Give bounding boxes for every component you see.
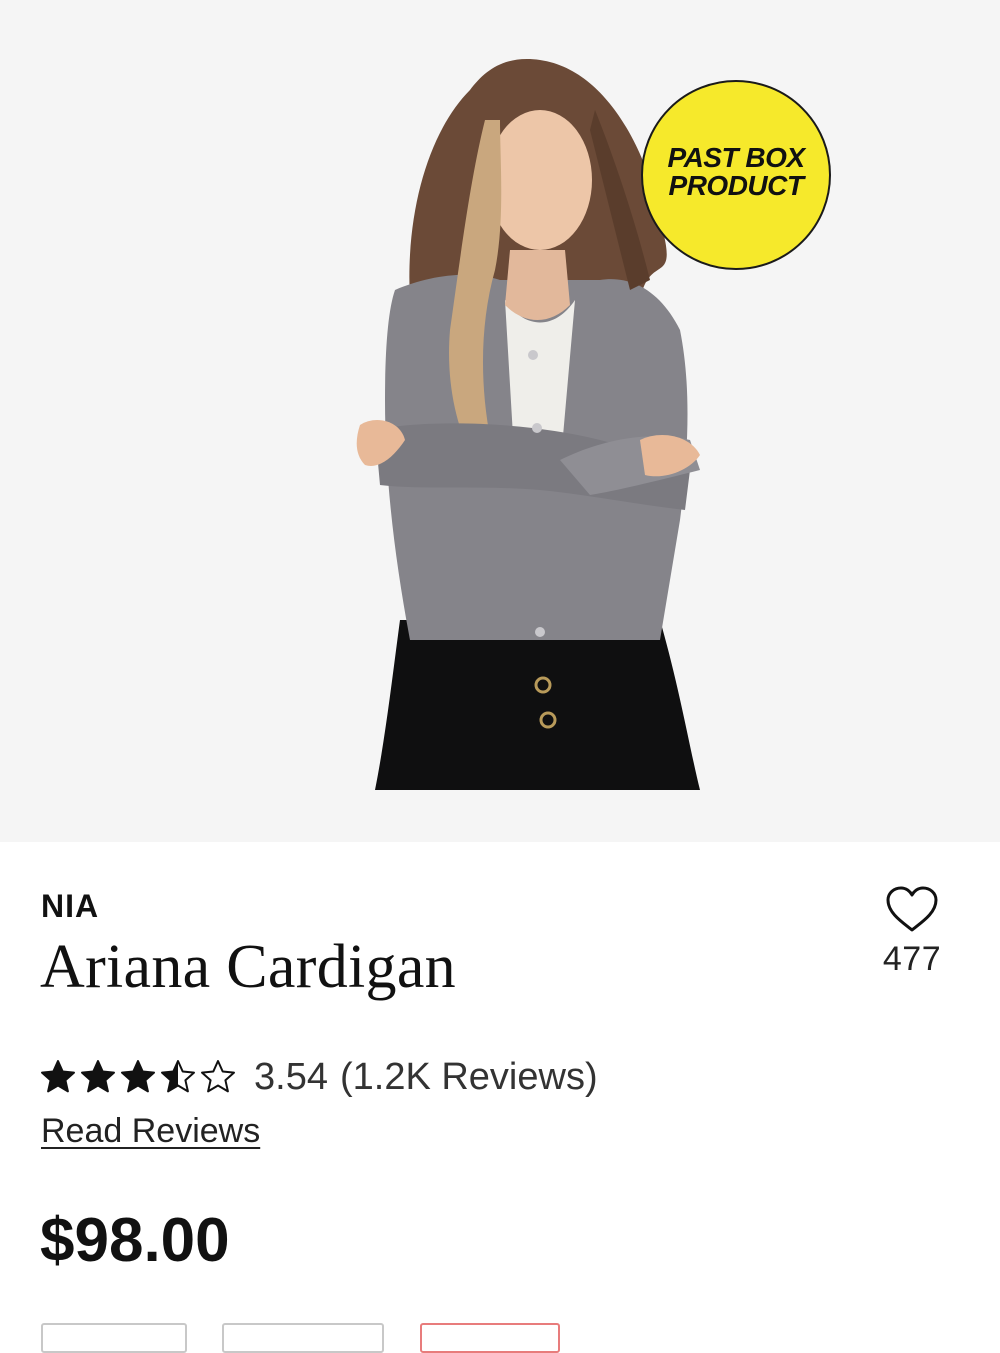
size-options — [0, 1323, 1000, 1353]
favorite-button[interactable]: 477 — [872, 884, 952, 984]
favorites-count: 477 — [882, 940, 942, 978]
product-price: $98.00 — [40, 1206, 230, 1275]
past-box-product-badge: PAST BOX PRODUCT — [641, 80, 831, 270]
product-image-area[interactable]: PAST BOX PRODUCT — [0, 0, 1000, 842]
badge-label: PAST BOX PRODUCT — [667, 142, 805, 201]
product-photo — [356, 59, 700, 790]
read-reviews-link[interactable]: Read Reviews — [41, 1112, 260, 1151]
product-title: Ariana Cardigan — [40, 933, 456, 1001]
rating-value: 3.54 — [254, 1055, 328, 1098]
rating-summary[interactable]: 3.54 (1.2K Reviews) — [40, 1052, 598, 1102]
star-empty-icon — [201, 1060, 235, 1093]
size-option[interactable] — [41, 1323, 187, 1353]
reviews-count: (1.2K Reviews) — [339, 1055, 598, 1098]
star-filled-icon — [81, 1060, 115, 1093]
size-option[interactable] — [222, 1323, 384, 1353]
heart-icon — [886, 886, 938, 932]
star-filled-icon — [121, 1060, 155, 1093]
star-rating — [40, 1059, 236, 1095]
star-filled-icon — [41, 1060, 75, 1093]
star-half-icon — [161, 1060, 195, 1093]
brand-name[interactable]: NIA — [41, 888, 99, 925]
size-option-selected[interactable] — [420, 1323, 560, 1353]
